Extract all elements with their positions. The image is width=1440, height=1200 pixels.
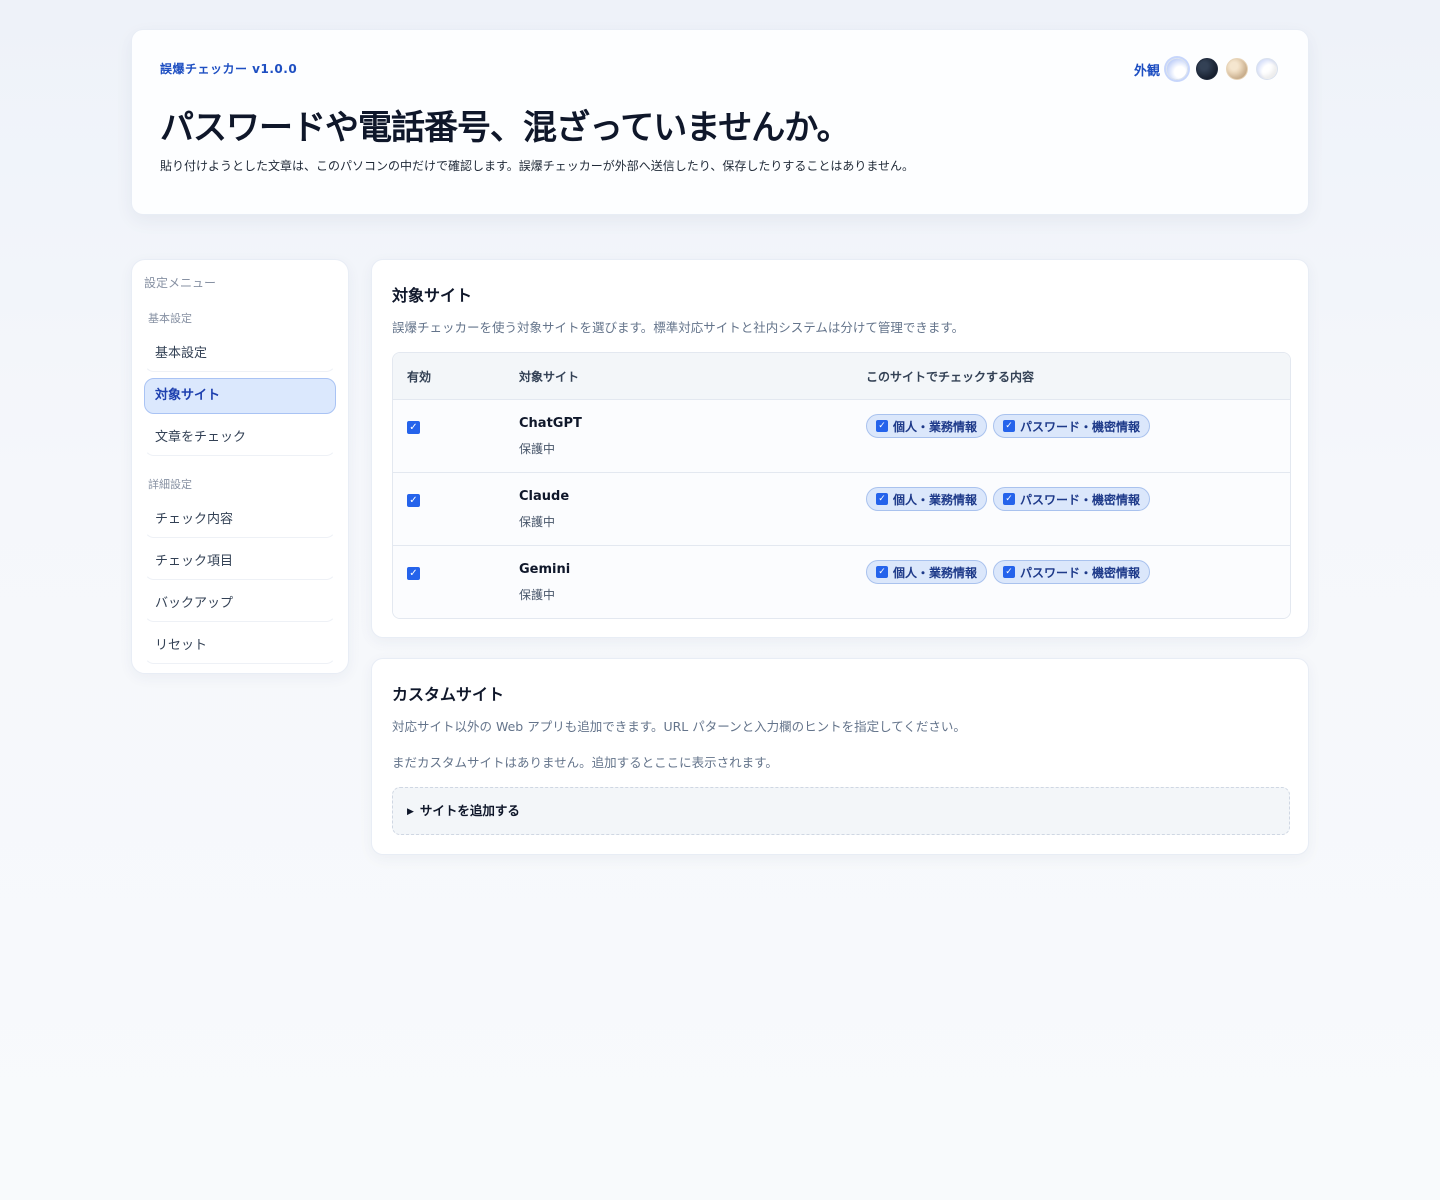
theme-light-swatch[interactable] <box>1166 58 1188 80</box>
column-header-enabled: 有効 <box>407 370 432 384</box>
check-chips: ✓ 個人・業務情報 ✓ パスワード・機密情報 <box>866 414 1151 438</box>
chip-label: パスワード・機密情報 <box>1020 492 1141 507</box>
enabled-checkbox[interactable]: ✓ <box>407 567 420 580</box>
site-status: 保護中 <box>519 588 556 602</box>
theme-switcher: 外観 <box>1134 58 1278 80</box>
theme-dark-swatch[interactable] <box>1196 58 1218 80</box>
sidebar-item-target-sites[interactable]: 対象サイト <box>144 378 336 414</box>
check-chip-personal[interactable]: ✓ 個人・業務情報 <box>866 560 988 584</box>
check-chip-personal[interactable]: ✓ 個人・業務情報 <box>866 414 988 438</box>
check-chip-password[interactable]: ✓ パスワード・機密情報 <box>993 487 1151 511</box>
enabled-checkbox[interactable]: ✓ <box>407 421 420 434</box>
sidebar-group-label: 詳細設定 <box>148 478 192 491</box>
check-chip-personal[interactable]: ✓ 個人・業務情報 <box>866 487 988 511</box>
sidebar-title: 設定メニュー <box>144 276 217 290</box>
checkbox-icon: ✓ <box>876 493 888 505</box>
empty-message: まだカスタムサイトはありません。追加するとここに表示されます。 <box>392 755 778 770</box>
sidebar-group-label: 基本設定 <box>148 312 192 325</box>
theme-label: 外観 <box>1133 63 1160 79</box>
disclosure-triangle-icon: ▶ <box>407 807 414 817</box>
sidebar-item-check-content[interactable]: チェック内容 <box>144 502 336 538</box>
site-status: 保護中 <box>519 442 556 456</box>
column-header-checks: このサイトでチェックする内容 <box>866 370 1035 384</box>
chip-label: パスワード・機密情報 <box>1020 565 1141 580</box>
settings-sidebar: 設定メニュー 基本設定 基本設定 対象サイト 文章をチェック 詳細設定 チェック… <box>131 259 349 674</box>
section-description: 対応サイト以外の Web アプリも追加できます。URL パターンと入力欄のヒント… <box>392 719 966 734</box>
section-description: 誤爆チェッカーを使う対象サイトを選びます。標準対応サイトと社内システムは分けて管… <box>392 320 965 335</box>
sidebar-item-reset[interactable]: リセット <box>144 628 336 664</box>
checkbox-icon: ✓ <box>1003 420 1016 432</box>
checkbox-icon: ✓ <box>1003 493 1016 505</box>
target-sites-card: 対象サイト 誤爆チェッカーを使う対象サイトを選びます。標準対応サイトと社内システ… <box>371 259 1309 638</box>
check-chips: ✓ 個人・業務情報 ✓ パスワード・機密情報 <box>866 487 1151 511</box>
check-chips: ✓ 個人・業務情報 ✓ パスワード・機密情報 <box>866 560 1151 584</box>
app-brand: 誤爆チェッカー v1.0.0 <box>160 62 298 76</box>
check-chip-password[interactable]: ✓ パスワード・機密情報 <box>993 414 1151 438</box>
add-site-disclosure[interactable]: ▶ サイトを追加する <box>392 787 1290 835</box>
chip-label: 個人・業務情報 <box>893 419 978 434</box>
page-title: パスワードや電話番号、混ざっていませんか。 <box>160 108 851 148</box>
table-row: ✓ ChatGPT 保護中 ✓ 個人・業務情報 ✓ パスワード・機密情報 <box>393 400 1290 473</box>
checkbox-icon: ✓ <box>876 566 888 578</box>
chip-label: 個人・業務情報 <box>893 565 978 580</box>
column-header-site: 対象サイト <box>519 370 580 384</box>
enabled-checkbox[interactable]: ✓ <box>407 494 420 507</box>
sidebar-item-check-text[interactable]: 文章をチェック <box>144 420 336 456</box>
theme-sepia-swatch[interactable] <box>1226 58 1248 80</box>
table-header: 有効 対象サイト このサイトでチェックする内容 <box>393 353 1290 400</box>
chip-label: パスワード・機密情報 <box>1020 419 1141 434</box>
theme-white-swatch[interactable] <box>1256 58 1278 80</box>
site-name: ChatGPT <box>519 416 582 431</box>
add-site-label: サイトを追加する <box>419 803 520 818</box>
checkbox-icon: ✓ <box>1003 566 1016 578</box>
sidebar-item-check-items[interactable]: チェック項目 <box>144 544 336 580</box>
chip-label: 個人・業務情報 <box>893 492 978 507</box>
sidebar-item-basic-settings[interactable]: 基本設定 <box>144 336 336 372</box>
table-row: ✓ Gemini 保護中 ✓ 個人・業務情報 ✓ パスワード・機密情報 <box>393 546 1290 618</box>
sidebar-item-backup[interactable]: バックアップ <box>144 586 336 622</box>
site-status: 保護中 <box>519 515 556 529</box>
custom-sites-card: カスタムサイト 対応サイト以外の Web アプリも追加できます。URL パターン… <box>371 658 1309 855</box>
checkbox-icon: ✓ <box>876 420 888 432</box>
section-title: カスタムサイト <box>392 685 505 704</box>
page-subtitle: 貼り付けようとした文章は、このパソコンの中だけで確認します。誤爆チェッカーが外部… <box>160 159 914 173</box>
check-chip-password[interactable]: ✓ パスワード・機密情報 <box>993 560 1151 584</box>
site-name: Gemini <box>519 562 571 577</box>
section-title: 対象サイト <box>392 286 473 305</box>
header-card: 誤爆チェッカー v1.0.0 外観 パスワードや電話番号、混ざっていませんか。 … <box>131 29 1309 215</box>
table-row: ✓ Claude 保護中 ✓ 個人・業務情報 ✓ パスワード・機密情報 <box>393 473 1290 546</box>
sites-table: 有効 対象サイト このサイトでチェックする内容 ✓ ChatGPT 保護中 ✓ 個… <box>392 352 1291 619</box>
site-name: Claude <box>519 489 570 504</box>
